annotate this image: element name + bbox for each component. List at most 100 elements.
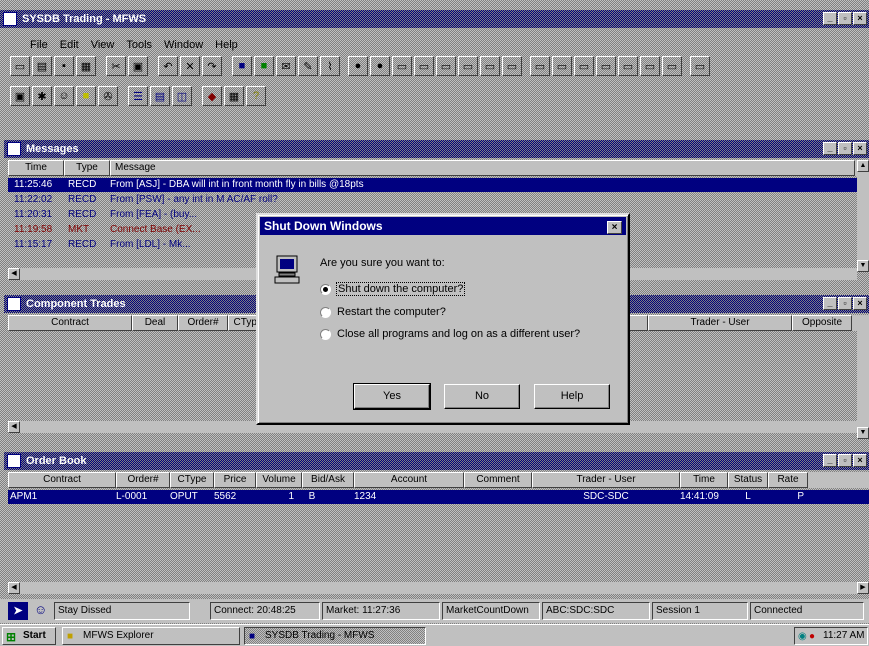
scroll-down-icon[interactable]: ▼ xyxy=(857,427,869,439)
component-minimize-button[interactable]: _ xyxy=(823,297,837,310)
maximize-button[interactable]: ▫ xyxy=(838,12,852,25)
messages-close-button[interactable]: × xyxy=(853,142,867,155)
toolbar-icon-o[interactable]: ▭ xyxy=(662,56,682,76)
toolbar-icon-k[interactable]: ▭ xyxy=(574,56,594,76)
toolbar-icon-p[interactable]: ▭ xyxy=(690,56,710,76)
option-logoff[interactable]: Close all programs and log on as a diffe… xyxy=(320,328,580,340)
window-icon[interactable]: ■ xyxy=(232,56,252,76)
toolbar-icon-j[interactable]: ▭ xyxy=(552,56,572,76)
col-order[interactable]: Order# xyxy=(178,315,228,331)
menu-file[interactable]: File xyxy=(30,36,48,54)
col-type[interactable]: Type xyxy=(64,160,110,176)
col-account[interactable]: Account xyxy=(354,472,464,488)
scroll-right-icon[interactable]: ▶ xyxy=(857,582,869,594)
option-shutdown[interactable]: Shut down the computer? xyxy=(320,282,466,296)
settings-icon[interactable]: ✱ xyxy=(32,86,52,106)
folder-icon[interactable]: ■ xyxy=(76,86,96,106)
scroll-left-icon[interactable]: ◀ xyxy=(8,582,20,594)
component-vscroll[interactable]: ▼ xyxy=(857,315,869,439)
minimize-button[interactable]: _ xyxy=(823,12,837,25)
task-mfws-explorer[interactable]: ■ MFWS Explorer xyxy=(62,627,240,645)
menu-tools[interactable]: Tools xyxy=(126,36,152,54)
redo-icon[interactable]: ↷ xyxy=(202,56,222,76)
arrow-icon[interactable]: ➤ xyxy=(8,602,28,620)
compose-icon[interactable]: ✎ xyxy=(298,56,318,76)
option-restart[interactable]: Restart the computer? xyxy=(320,306,446,318)
yes-button[interactable]: Yes xyxy=(353,383,431,410)
message-row[interactable]: 11:25:46 RECD From [ASJ] - DBA will int … xyxy=(8,178,857,192)
col-message[interactable]: Message xyxy=(110,160,855,176)
col-time[interactable]: Time xyxy=(8,160,64,176)
col-status[interactable]: Status xyxy=(728,472,768,488)
col-bidask[interactable]: Bid/Ask xyxy=(302,472,354,488)
radio-logoff[interactable] xyxy=(320,328,331,340)
list-icon[interactable]: ☰ xyxy=(128,86,148,106)
app-title-bar[interactable]: SYSDB Trading - MFWS _ ▫ × xyxy=(0,10,869,28)
new-icon[interactable]: ▭ xyxy=(10,56,30,76)
col-price[interactable]: Price xyxy=(214,472,256,488)
col-trader[interactable]: Trader - User xyxy=(532,472,680,488)
orders-minimize-button[interactable]: _ xyxy=(823,454,837,467)
menu-help[interactable]: Help xyxy=(215,36,238,54)
orders-close-button[interactable]: × xyxy=(853,454,867,467)
toolbar-icon-b[interactable]: ● xyxy=(370,56,390,76)
orders-maximize-button[interactable]: ▫ xyxy=(838,454,852,467)
dialog-title-bar[interactable]: Shut Down Windows × xyxy=(260,217,626,235)
menu-window[interactable]: Window xyxy=(164,36,203,54)
col-contract[interactable]: Contract xyxy=(8,315,132,331)
alert-icon[interactable]: ◆ xyxy=(202,86,222,106)
layout-icon[interactable]: ▣ xyxy=(10,86,30,106)
col-contract[interactable]: Contract xyxy=(8,472,116,488)
scroll-left-icon[interactable]: ◀ xyxy=(8,421,20,433)
messages-maximize-button[interactable]: ▫ xyxy=(838,142,852,155)
component-maximize-button[interactable]: ▫ xyxy=(838,297,852,310)
start-button[interactable]: ⊞ Start xyxy=(2,627,56,645)
tools-icon[interactable]: ✇ xyxy=(98,86,118,106)
chart-icon[interactable]: ⌇ xyxy=(320,56,340,76)
toolbar-icon-d[interactable]: ▭ xyxy=(414,56,434,76)
messages-minimize-button[interactable]: _ xyxy=(823,142,837,155)
order-row[interactable]: APM1 L-0001 OPUT 5562 1 B 1234 SDC-SDC 1… xyxy=(8,490,869,504)
col-volume[interactable]: Volume xyxy=(256,472,302,488)
grid-icon[interactable]: ■ xyxy=(254,56,274,76)
col-opposite[interactable]: Opposite xyxy=(792,315,852,331)
save-icon[interactable]: ▪ xyxy=(54,56,74,76)
toolbar-icon-m[interactable]: ▭ xyxy=(618,56,638,76)
scroll-up-icon[interactable]: ▲ xyxy=(857,160,869,172)
open-icon[interactable]: ▤ xyxy=(32,56,52,76)
scroll-left-icon[interactable]: ◀ xyxy=(8,268,20,280)
orders-title-bar[interactable]: Order Book _ ▫ × xyxy=(4,452,869,470)
toolbar-icon-a[interactable]: ● xyxy=(348,56,368,76)
toolbar-icon-h[interactable]: ▭ xyxy=(502,56,522,76)
print-icon[interactable]: ▦ xyxy=(76,56,96,76)
toolbar-icon-l[interactable]: ▭ xyxy=(596,56,616,76)
users-icon[interactable]: ☺ xyxy=(54,86,74,106)
col-rate[interactable]: Rate xyxy=(768,472,808,488)
messages-title-bar[interactable]: Messages _ ▫ × xyxy=(4,140,869,158)
col-time[interactable]: Time xyxy=(680,472,728,488)
col-deal[interactable]: Deal xyxy=(132,315,178,331)
toolbar-icon-n[interactable]: ▭ xyxy=(640,56,660,76)
close-button[interactable]: × xyxy=(853,12,867,25)
undo-icon[interactable]: ↶ xyxy=(158,56,178,76)
component-close-button[interactable]: × xyxy=(853,297,867,310)
calculator-icon[interactable]: ▦ xyxy=(224,86,244,106)
table-icon[interactable]: ▤ xyxy=(150,86,170,106)
message-row[interactable]: 11:22:02 RECD From [PSW] - any int in M … xyxy=(8,193,857,207)
clock[interactable]: 11:27 AM xyxy=(823,630,865,641)
orders-hscroll[interactable]: ◀ ▶ xyxy=(8,582,869,594)
messages-vscroll[interactable]: ▲ ▼ xyxy=(857,160,869,272)
toolbar-icon-c[interactable]: ▭ xyxy=(392,56,412,76)
col-trader[interactable]: Trader - User xyxy=(648,315,792,331)
col-comment[interactable]: Comment xyxy=(464,472,532,488)
delete-icon[interactable]: ✕ xyxy=(180,56,200,76)
no-button[interactable]: No xyxy=(444,384,520,409)
mail-icon[interactable]: ✉ xyxy=(276,56,296,76)
copy-icon[interactable]: ▣ xyxy=(128,56,148,76)
task-sysdb-trading[interactable]: ■ SYSDB Trading - MFWS xyxy=(244,627,426,645)
scroll-down-icon[interactable]: ▼ xyxy=(857,260,869,272)
dialog-close-button[interactable]: × xyxy=(607,221,622,234)
col-ctype[interactable]: CType xyxy=(170,472,214,488)
toolbar-icon-f[interactable]: ▭ xyxy=(458,56,478,76)
cut-icon[interactable]: ✂ xyxy=(106,56,126,76)
